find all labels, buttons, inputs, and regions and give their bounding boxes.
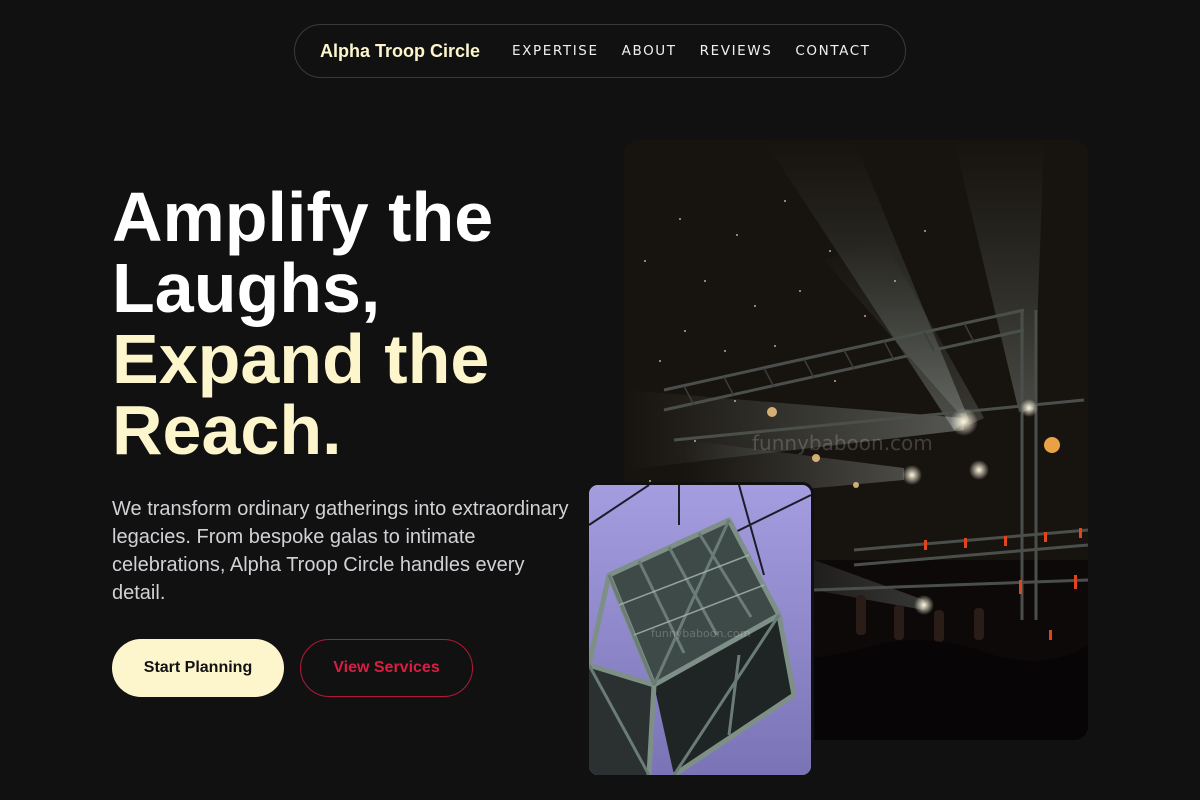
hero-title: Amplify the Laughs, Expand the Reach.	[112, 182, 592, 466]
hero-title-line-3: Expand the	[112, 320, 490, 398]
hero-description: We transform ordinary gatherings into ex…	[112, 498, 569, 604]
nav-link-about[interactable]: ABOUT	[622, 43, 677, 59]
hero-title-line-1: Amplify the	[112, 178, 494, 256]
watermark-main: funnybaboon.com	[752, 431, 933, 455]
nav-link-reviews[interactable]: REVIEWS	[700, 43, 773, 59]
brand-logo[interactable]: Alpha Troop Circle	[320, 41, 480, 62]
top-navigation: Alpha Troop Circle EXPERTISE ABOUT REVIE…	[294, 24, 906, 78]
nav-link-contact[interactable]: CONTACT	[795, 43, 870, 59]
start-planning-button[interactable]: Start Planning	[112, 639, 284, 697]
hero-title-line-4: Reach.	[112, 391, 342, 469]
hero-title-line-2: Laughs,	[112, 249, 381, 327]
rigging-truss-image: funnybaboon.com	[586, 482, 814, 778]
view-services-button[interactable]: View Services	[300, 639, 473, 697]
nav-link-expertise[interactable]: EXPERTISE	[512, 43, 599, 59]
watermark-inset: funnybaboon.com	[651, 627, 750, 640]
